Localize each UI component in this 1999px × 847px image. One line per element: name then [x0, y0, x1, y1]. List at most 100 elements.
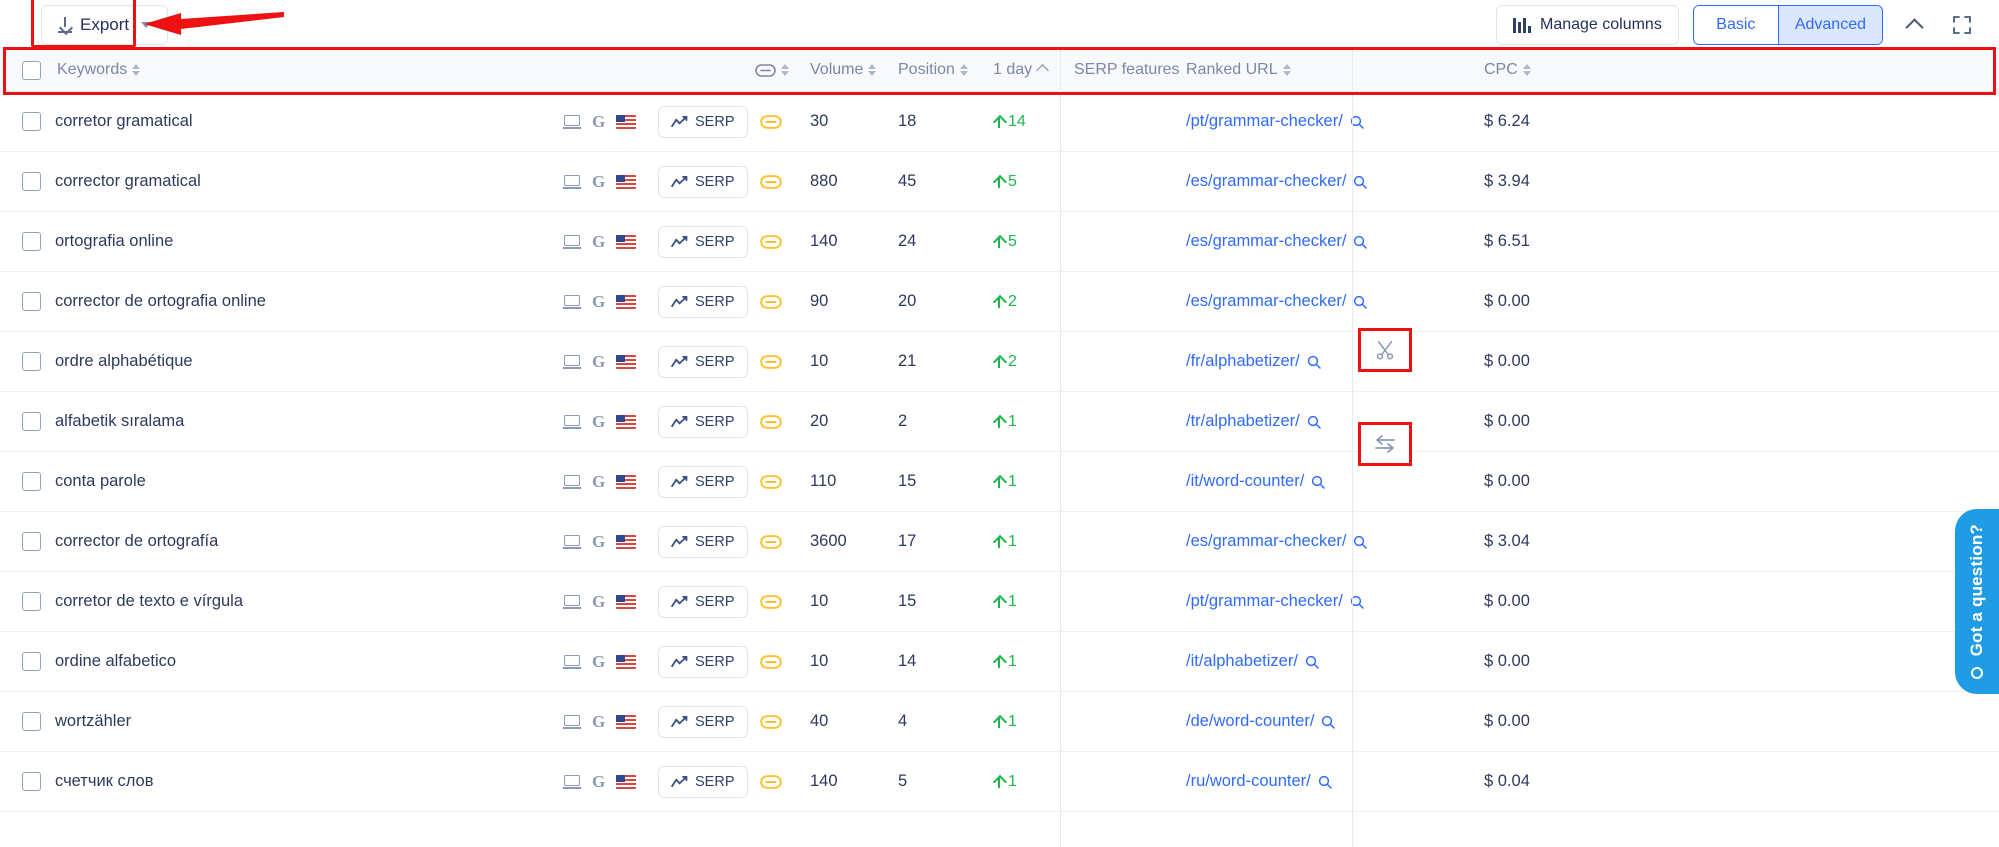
column-header-position[interactable]: Position: [898, 49, 968, 91]
row-checkbox[interactable]: [22, 692, 41, 751]
serp-button[interactable]: SERP: [658, 765, 748, 798]
chat-widget[interactable]: Got a question?: [1955, 509, 1999, 694]
tab-advanced[interactable]: Advanced: [1777, 6, 1882, 44]
ranked-url-link[interactable]: /pt/grammar-checker/: [1186, 112, 1343, 131]
column-header-one-day[interactable]: 1 day: [993, 49, 1050, 91]
us-flag-icon: [616, 474, 637, 489]
export-button[interactable]: Export: [41, 5, 169, 45]
serp-button[interactable]: SERP: [658, 585, 748, 618]
search-icon[interactable]: [1353, 235, 1368, 249]
search-icon[interactable]: [1311, 475, 1326, 489]
keyword-link-cell[interactable]: [760, 332, 782, 391]
ranked-url-link[interactable]: /es/grammar-checker/: [1186, 532, 1346, 551]
one-day-change-cell: 1: [993, 452, 1017, 511]
serp-button[interactable]: SERP: [658, 525, 748, 558]
table-row[interactable]: alfabetik sıralama G SERP 20 2 1 /tr/alp…: [0, 392, 1999, 452]
search-icon[interactable]: [1353, 295, 1368, 309]
table-row[interactable]: corretor gramatical G SERP 30 18 14 /pt/…: [0, 92, 1999, 152]
row-checkbox[interactable]: [22, 392, 41, 451]
keyword-link-cell[interactable]: [760, 392, 782, 451]
ranked-url-link[interactable]: /es/grammar-checker/: [1186, 292, 1346, 311]
keyword-link-cell[interactable]: [760, 632, 782, 691]
select-all-checkbox[interactable]: [22, 49, 41, 91]
sort-icon: [1282, 64, 1291, 76]
search-icon[interactable]: [1318, 775, 1332, 789]
keyword-link-cell[interactable]: [760, 572, 782, 631]
keyword-link-cell[interactable]: [760, 692, 782, 751]
row-meta-icons: G: [563, 452, 637, 511]
ranked-url-link[interactable]: /es/grammar-checker/: [1186, 232, 1346, 251]
row-checkbox[interactable]: [22, 152, 41, 211]
ranked-url-cell: /ru/word-counter/: [1186, 752, 1332, 811]
serp-button-cell: SERP: [658, 632, 748, 691]
ranked-url-link[interactable]: /it/alphabetizer/: [1186, 652, 1298, 671]
serp-button[interactable]: SERP: [658, 225, 748, 258]
table-row[interactable]: corrector de ortografia online G SERP 90…: [0, 272, 1999, 332]
keyword-link-cell[interactable]: [760, 212, 782, 271]
table-row[interactable]: corretor de texto e vírgula G SERP 10 15: [0, 572, 1999, 632]
ranked-url-link[interactable]: /pt/grammar-checker/: [1186, 592, 1343, 611]
serp-button[interactable]: SERP: [658, 645, 748, 678]
cpc-cell: $ 0.00: [1484, 472, 1530, 490]
table-row[interactable]: corrector de ortografía G SERP 3600 17 1…: [0, 512, 1999, 572]
serp-button[interactable]: SERP: [658, 165, 748, 198]
tab-basic[interactable]: Basic: [1693, 6, 1778, 44]
column-header-volume[interactable]: Volume: [810, 49, 877, 91]
row-checkbox[interactable]: [22, 332, 41, 391]
table-row[interactable]: ordine alfabetico G SERP 10 14 1 /it/alp…: [0, 632, 1999, 692]
sort-icon: [868, 64, 877, 76]
serp-button[interactable]: SERP: [658, 105, 748, 138]
table-row[interactable]: conta parole G SERP 110 15 1 /it/word-co…: [0, 452, 1999, 512]
column-header-intent[interactable]: [755, 49, 789, 91]
row-checkbox[interactable]: [22, 452, 41, 511]
serp-button[interactable]: SERP: [658, 405, 748, 438]
manage-columns-button[interactable]: Manage columns: [1495, 5, 1679, 45]
serp-button[interactable]: SERP: [658, 345, 748, 378]
keyword-cell: corrector de ortografía: [55, 532, 219, 550]
row-checkbox[interactable]: [22, 512, 41, 571]
keyword-link-cell[interactable]: [760, 512, 782, 571]
table-row[interactable]: счетчик слов G SERP 140 5 1 /ru/word-cou…: [0, 752, 1999, 812]
search-icon[interactable]: [1353, 535, 1368, 549]
table-row[interactable]: ortografia online G SERP 140 24 5 /es/gr…: [0, 212, 1999, 272]
row-checkbox[interactable]: [22, 752, 41, 811]
serp-button[interactable]: SERP: [658, 465, 748, 498]
volume-cell: 140: [810, 772, 838, 790]
column-header-cpc[interactable]: CPC: [1484, 49, 1531, 91]
row-checkbox[interactable]: [22, 272, 41, 331]
serp-button[interactable]: SERP: [658, 285, 748, 318]
table-row[interactable]: ordre alphabétique G SERP 10 21 2 /fr/al…: [0, 332, 1999, 392]
keyword-link-cell[interactable]: [760, 92, 782, 151]
serp-button[interactable]: SERP: [658, 705, 748, 738]
keyword-link-cell[interactable]: [760, 272, 782, 331]
table-row[interactable]: wortzähler G SERP 40 4 1 /de/word-counte…: [0, 692, 1999, 752]
table-row[interactable]: corrector gramatical G SERP 880 45 5 /es…: [0, 152, 1999, 212]
ranked-url-link[interactable]: /tr/alphabetizer/: [1186, 412, 1300, 431]
search-icon[interactable]: [1307, 415, 1321, 429]
column-header-serp-features[interactable]: SERP features: [1074, 49, 1180, 91]
arrow-up-icon: [993, 535, 1004, 548]
collapse-button[interactable]: [1897, 8, 1931, 42]
export-label: Export: [80, 15, 130, 34]
row-checkbox[interactable]: [22, 632, 41, 691]
search-icon[interactable]: [1321, 715, 1336, 729]
keyword-link-cell[interactable]: [760, 452, 782, 511]
row-checkbox[interactable]: [22, 92, 41, 151]
column-header-keywords[interactable]: Keywords: [57, 49, 141, 91]
keyword-link-cell[interactable]: [760, 152, 782, 211]
keyword-link-cell[interactable]: [760, 752, 782, 811]
ranked-url-link[interactable]: /ru/word-counter/: [1186, 772, 1311, 791]
ranked-url-link[interactable]: /it/word-counter/: [1186, 472, 1304, 491]
ranked-url-link[interactable]: /es/grammar-checker/: [1186, 172, 1346, 191]
search-icon[interactable]: [1353, 175, 1368, 189]
search-icon[interactable]: [1307, 355, 1321, 369]
chat-status-dot-icon: [1971, 666, 1983, 679]
row-checkbox[interactable]: [22, 572, 41, 631]
search-icon[interactable]: [1305, 655, 1319, 669]
column-header-ranked-url[interactable]: Ranked URL: [1186, 49, 1291, 91]
row-checkbox[interactable]: [22, 212, 41, 271]
one-day-change-value: 1: [1008, 532, 1017, 550]
ranked-url-link[interactable]: /de/word-counter/: [1186, 712, 1314, 731]
ranked-url-link[interactable]: /fr/alphabetizer/: [1186, 352, 1300, 371]
fullscreen-button[interactable]: [1945, 8, 1979, 42]
